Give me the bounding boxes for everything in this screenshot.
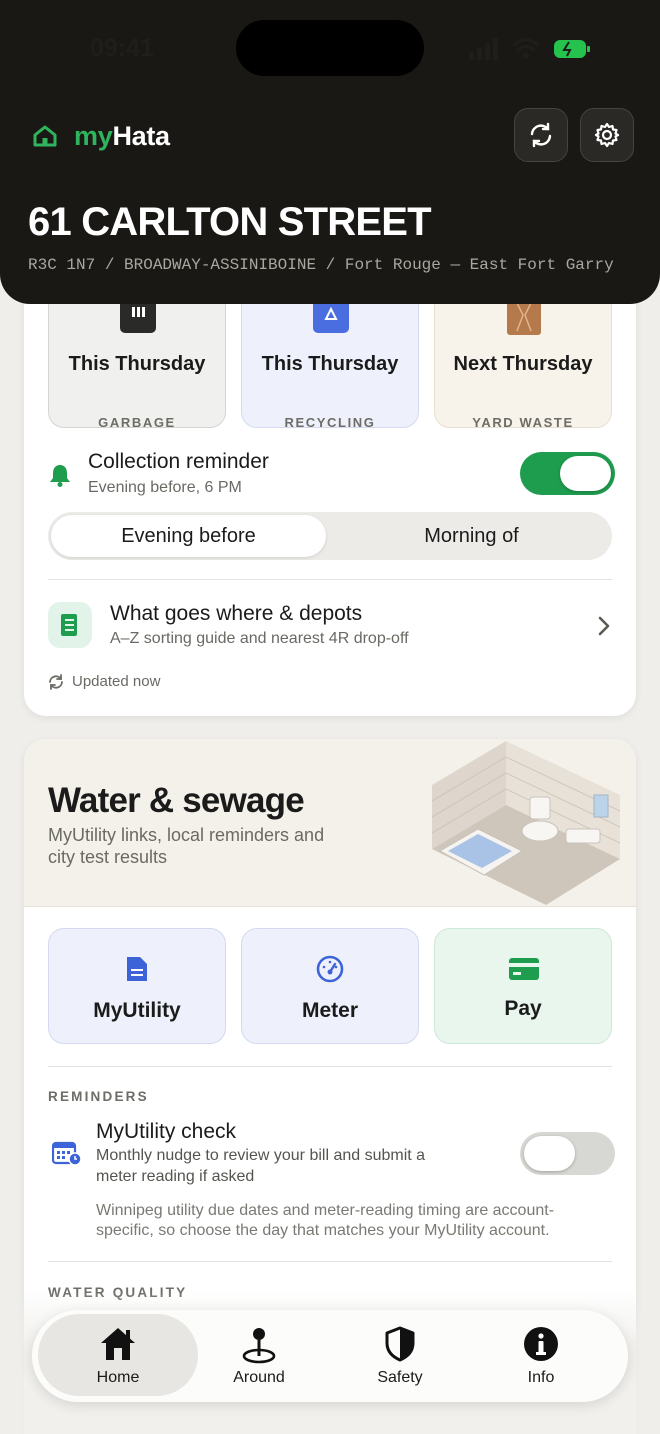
guide-title: What goes where & depots	[110, 602, 363, 625]
map-pin-icon	[242, 1328, 276, 1364]
guide-subtitle: A–Z sorting guide and nearest 4R drop-of…	[110, 630, 409, 647]
myutility-note-1: Winnipeg utility due dates and meter-rea…	[96, 1202, 555, 1219]
address-title: 61 CARLTON STREET	[28, 200, 432, 244]
myutility-button[interactable]: MyUtility	[48, 928, 226, 1044]
settings-button[interactable]	[580, 108, 634, 162]
status-icons	[469, 38, 590, 60]
myutility-check-subtitle-2: meter reading if asked	[96, 1168, 255, 1185]
yard-waste-day: Next Thursday	[453, 353, 593, 375]
myutility-check-subtitle-1: Monthly nudge to review your bill and su…	[96, 1147, 426, 1164]
cellular-signal-icon	[469, 38, 498, 60]
water-subtitle-1: MyUtility links, local reminders and	[48, 825, 325, 845]
battery-icon	[554, 40, 590, 58]
refresh-button[interactable]	[514, 108, 568, 162]
meter-label: Meter	[301, 999, 359, 1022]
sorting-guide-row[interactable]: What goes where & depots A–Z sorting gui…	[48, 602, 612, 650]
updated-text: Updated now	[72, 673, 161, 690]
nav-info-label: Info	[527, 1369, 555, 1386]
reminder-subtitle: Evening before, 6 PM	[88, 479, 242, 496]
recycling-label: RECYCLING	[284, 415, 376, 430]
collection-card: This Thursday GARBAGE This Thursday RECY…	[24, 250, 636, 716]
status-time: 09:41	[90, 34, 154, 62]
reminder-toggle[interactable]	[520, 452, 615, 495]
nav-safety-label: Safety	[377, 1369, 423, 1386]
nav-around-label: Around	[233, 1369, 285, 1386]
water-hero: Water & sewage MyUtility links, local re…	[24, 739, 636, 907]
document-icon	[127, 957, 147, 981]
divider	[48, 1066, 612, 1067]
brand-prefix: my	[74, 120, 113, 151]
address-subtitle: R3C 1N7 / BROADWAY-ASSINIBOINE / Fort Ro…	[28, 256, 614, 274]
pay-label: Pay	[504, 997, 542, 1020]
garbage-label: GARBAGE	[98, 415, 176, 430]
nav-home-label: Home	[96, 1369, 140, 1386]
myutility-check-toggle[interactable]	[520, 1132, 615, 1175]
guide-icon-box	[48, 602, 92, 648]
calendar-icon	[52, 1141, 82, 1166]
brand: myHata	[32, 118, 170, 154]
nav-safety[interactable]: Safety	[320, 1314, 480, 1396]
guide-book-icon	[61, 614, 77, 636]
bottom-nav: Home Around Safety Info	[32, 1310, 628, 1402]
bell-icon	[50, 465, 70, 487]
home-logo-icon	[33, 125, 57, 147]
info-icon	[524, 1327, 558, 1361]
dynamic-island	[236, 20, 424, 76]
reminders-section-label: REMINDERS	[48, 1089, 149, 1104]
pay-button[interactable]: Pay	[434, 928, 612, 1044]
garbage-day: This Thursday	[68, 353, 206, 375]
meter-button[interactable]: Meter	[241, 928, 419, 1044]
water-title: Water & sewage	[48, 781, 305, 820]
segment-morning-of[interactable]: Morning of	[334, 515, 609, 557]
home-icon	[101, 1328, 135, 1360]
refresh-icon	[530, 122, 552, 148]
nav-home[interactable]: Home	[38, 1314, 198, 1396]
divider	[48, 1261, 612, 1262]
myutility-label: MyUtility	[93, 999, 181, 1022]
reminder-title: Collection reminder	[88, 450, 269, 473]
credit-card-icon	[509, 958, 539, 980]
reminder-timing-segment: Evening before Morning of	[48, 512, 612, 560]
myutility-check-title: MyUtility check	[96, 1120, 237, 1143]
updated-refresh-icon	[49, 674, 63, 690]
nav-around[interactable]: Around	[179, 1314, 339, 1396]
water-subtitle-2: city test results	[48, 847, 168, 867]
segment-evening-before[interactable]: Evening before	[51, 515, 326, 557]
brand-suffix: Hata	[112, 120, 170, 151]
gauge-icon	[316, 955, 344, 983]
bathroom-illustration	[431, 741, 621, 905]
wifi-icon	[512, 38, 540, 52]
chevron-right-icon	[598, 616, 610, 636]
recycling-day: This Thursday	[261, 353, 399, 375]
shield-icon	[385, 1326, 415, 1362]
yard-waste-label: YARD WASTE	[472, 415, 574, 430]
divider	[48, 579, 612, 580]
myutility-note-2: specific, so choose the day that matches…	[96, 1222, 550, 1239]
nav-info[interactable]: Info	[461, 1314, 621, 1396]
gear-icon	[594, 122, 620, 148]
app-header: 09:41 myHata 61 CARLTON STREET R3C 1N7 /…	[0, 0, 660, 304]
brand-name: myHata	[74, 121, 170, 152]
